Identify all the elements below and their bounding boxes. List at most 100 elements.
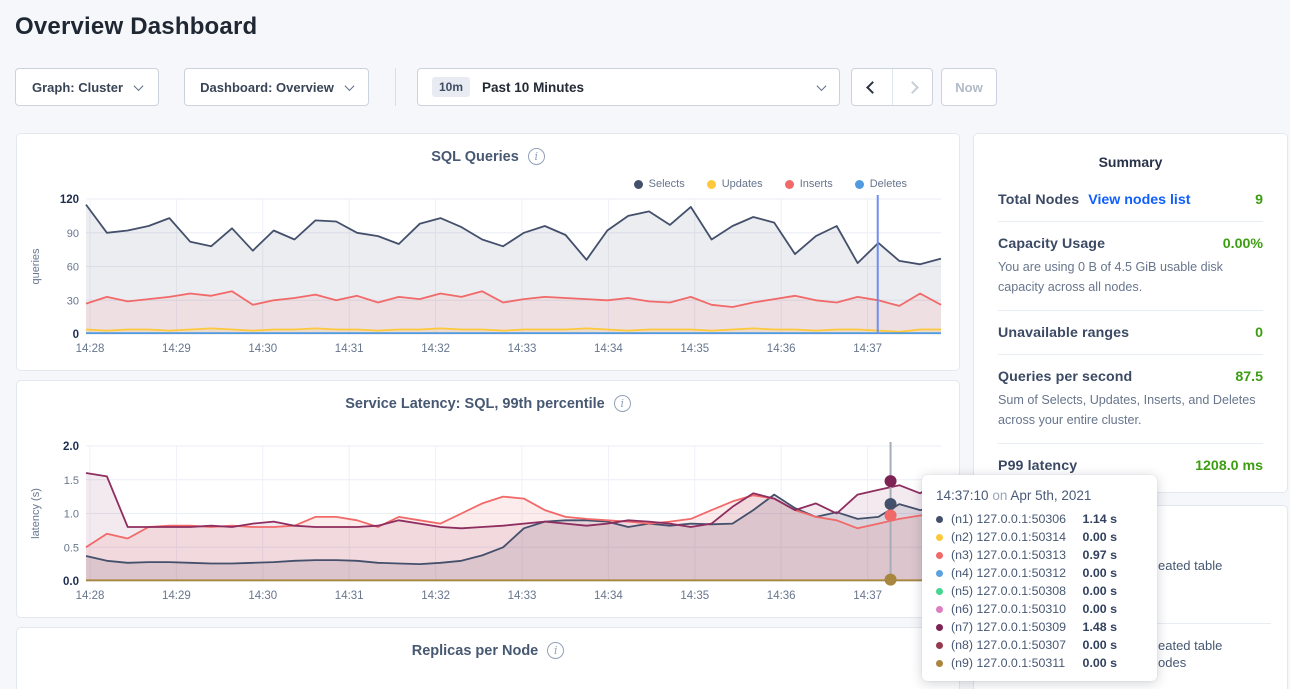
summary-row-label: Unavailable ranges [998, 325, 1129, 341]
tooltip-node-row: (n3) 127.0.0.1:50313 0.97 s [936, 546, 1143, 564]
chart-title: Replicas per Node [412, 643, 539, 659]
node-color-dot-icon [936, 642, 943, 649]
svg-text:14:31: 14:31 [335, 590, 364, 602]
summary-row-label: Total Nodes [998, 192, 1079, 208]
svg-text:14:30: 14:30 [248, 343, 277, 355]
legend-item-deletes[interactable]: Deletes [855, 178, 907, 190]
svg-text:14:33: 14:33 [508, 590, 537, 602]
legend-item-selects[interactable]: Selects [634, 178, 685, 190]
chart-hover-tooltip: 14:37:10 on Apr 5th, 2021 (n1) 127.0.0.1… [922, 475, 1157, 681]
svg-text:0.5: 0.5 [64, 542, 79, 554]
tooltip-node-row: (n4) 127.0.0.1:503120.00 s [936, 564, 1143, 582]
chevron-right-icon [906, 81, 919, 94]
svg-text:90: 90 [67, 228, 79, 240]
summary-row-description: You are using 0 B of 4.5 GiB usable disk… [998, 258, 1263, 297]
dashboard-dropdown[interactable]: Dashboard: Overview [184, 68, 369, 106]
tooltip-node-address: (n9) 127.0.0.1:50311 [951, 656, 1065, 670]
tooltip-node-row: (n7) 127.0.0.1:503091.48 s [936, 618, 1143, 636]
svg-text:1.0: 1.0 [64, 509, 79, 521]
legend-label: Deletes [870, 178, 907, 190]
tooltip-node-address: (n7) 127.0.0.1:50309 [951, 620, 1066, 634]
summary-row: Unavailable ranges 0 [998, 310, 1263, 354]
summary-panel: Summary Total NodesView nodes list9Capac… [973, 133, 1288, 493]
node-color-dot-icon [936, 534, 943, 541]
sql-queries-plot[interactable]: 14:2814:2914:3014:3114:3214:3314:3414:35… [17, 194, 961, 364]
tooltip-node-address: (n6) 127.0.0.1:50310 [951, 602, 1066, 616]
node-color-dot-icon [936, 516, 943, 523]
time-range-selector[interactable]: 10m Past 10 Minutes [417, 68, 840, 106]
node-color-dot-icon [936, 660, 943, 667]
svg-text:latency (s): latency (s) [30, 488, 42, 539]
chevron-down-icon [344, 81, 354, 91]
event-text-fragment[interactable]: eated table [1158, 558, 1222, 573]
replicas-per-node-chart-panel: Replicas per Node i [16, 627, 960, 689]
now-button[interactable]: Now [941, 68, 997, 106]
tooltip-node-address: (n1) 127.0.0.1:50306 [951, 512, 1066, 526]
svg-text:14:36: 14:36 [767, 590, 796, 602]
legend-dot-icon [785, 180, 794, 189]
view-nodes-list-link[interactable]: View nodes list [1088, 192, 1190, 208]
svg-text:0: 0 [73, 329, 79, 341]
svg-text:14:34: 14:34 [594, 590, 623, 602]
summary-row-label: Queries per second [998, 369, 1132, 385]
node-color-dot-icon [936, 552, 943, 559]
legend-dot-icon [707, 180, 716, 189]
svg-text:14:32: 14:32 [421, 590, 450, 602]
tooltip-node-value: 0.97 s [1083, 548, 1117, 562]
tooltip-node-value: 1.14 s [1083, 512, 1117, 526]
svg-text:14:31: 14:31 [335, 343, 364, 355]
tooltip-node-value: 0.00 s [1083, 566, 1117, 580]
node-color-dot-icon [936, 606, 943, 613]
legend-item-updates[interactable]: Updates [707, 178, 763, 190]
svg-text:14:34: 14:34 [594, 343, 623, 355]
tooltip-node-address: (n8) 127.0.0.1:50307 [951, 638, 1066, 652]
info-icon[interactable]: i [528, 148, 545, 165]
chevron-left-icon [866, 81, 879, 94]
svg-text:14:29: 14:29 [162, 343, 191, 355]
tooltip-node-value: 0.00 s [1083, 638, 1117, 652]
summary-row-value: 87.5 [1235, 369, 1263, 385]
prev-time-button[interactable] [852, 69, 892, 105]
summary-row-value: 9 [1255, 192, 1263, 208]
legend-label: Selects [649, 178, 685, 190]
tooltip-node-row: (n8) 127.0.0.1:50307 0.00 s [936, 636, 1143, 654]
info-icon[interactable]: i [547, 642, 564, 659]
chart-title: SQL Queries [431, 149, 519, 165]
svg-text:14:35: 14:35 [680, 343, 709, 355]
next-time-button[interactable] [892, 69, 932, 105]
graph-dropdown-label: Graph: Cluster [32, 80, 123, 95]
time-range-badge: 10m [432, 77, 470, 97]
tooltip-node-value: 0.00 s [1083, 530, 1117, 544]
svg-text:14:32: 14:32 [421, 343, 450, 355]
svg-text:14:35: 14:35 [680, 590, 709, 602]
svg-text:14:37: 14:37 [853, 343, 882, 355]
node-color-dot-icon [936, 588, 943, 595]
info-icon[interactable]: i [614, 395, 631, 412]
summary-row: Queries per second 87.5 Sum of Selects, Up… [998, 354, 1263, 443]
event-text-fragment[interactable]: eated table [1158, 638, 1222, 653]
tooltip-node-address: (n2) 127.0.0.1:50314 [951, 530, 1066, 544]
summary-row-value: 1208.0 ms [1195, 458, 1263, 474]
svg-text:2.0: 2.0 [63, 441, 79, 453]
service-latency-plot[interactable]: 14:2814:2914:3014:3114:3214:3314:3414:35… [17, 441, 961, 611]
summary-row: Capacity Usage0.00%You are using 0 B of … [998, 221, 1263, 310]
chevron-down-icon [134, 81, 144, 91]
node-color-dot-icon [936, 624, 943, 631]
tooltip-node-address: (n5) 127.0.0.1:50308 [951, 584, 1066, 598]
summary-row-value: 0 [1255, 325, 1263, 341]
legend-item-inserts[interactable]: Inserts [785, 178, 833, 190]
now-button-label: Now [955, 80, 982, 95]
tooltip-node-row: (n1) 127.0.0.1:50306 1.14 s [936, 510, 1143, 528]
summary-row-description: Sum of Selects, Updates, Inserts, and De… [998, 391, 1263, 430]
tooltip-node-value: 0.00 s [1083, 584, 1117, 598]
graph-dropdown[interactable]: Graph: Cluster [15, 68, 159, 106]
tooltip-node-value: 0.00 s [1083, 656, 1117, 670]
svg-text:0.0: 0.0 [63, 576, 79, 588]
event-text-fragment[interactable]: odes [1158, 655, 1186, 670]
page-title: Overview Dashboard [15, 13, 257, 41]
dashboard-dropdown-label: Dashboard: Overview [200, 80, 334, 95]
svg-text:60: 60 [67, 262, 79, 274]
tooltip-node-row: (n2) 127.0.0.1:50314 0.00 s [936, 528, 1143, 546]
tooltip-node-address: (n3) 127.0.0.1:50313 [951, 548, 1066, 562]
legend-dot-icon [634, 180, 643, 189]
